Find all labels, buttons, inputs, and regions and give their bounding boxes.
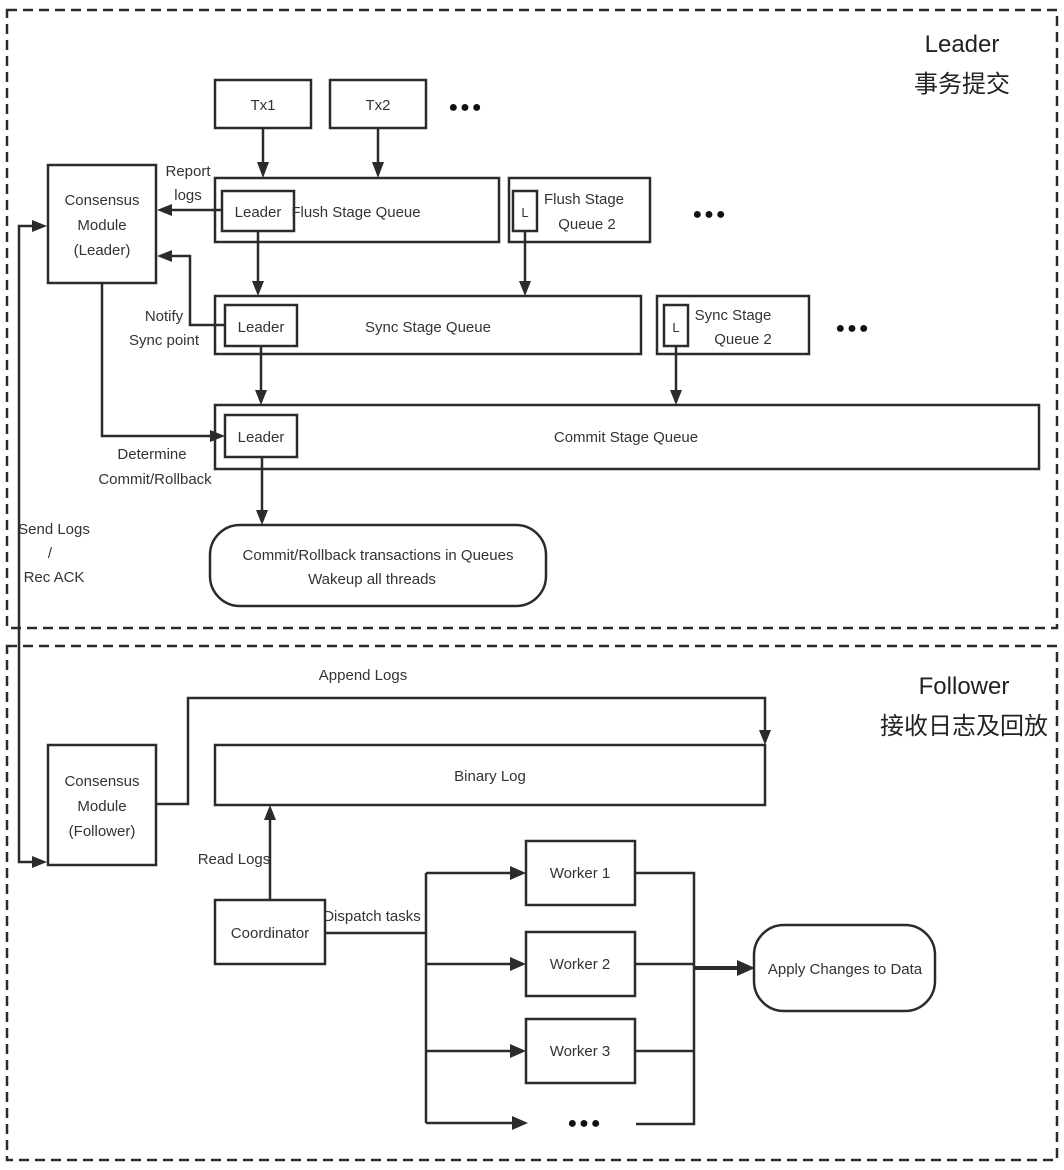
report-logs-line1: Report	[165, 163, 211, 180]
coordinator-label: Coordinator	[231, 925, 309, 942]
consensus-leader-line2: Module	[77, 217, 126, 234]
sync-queue-label: Sync Stage Queue	[365, 319, 491, 336]
result-line2: Wakeup all threads	[308, 571, 436, 588]
binary-log-label: Binary Log	[454, 768, 526, 785]
worker-1-label: Worker 1	[550, 865, 611, 882]
determine-line1: Determine	[117, 446, 186, 463]
sync2-label-line2: Queue 2	[714, 331, 772, 348]
commit-queue-label: Commit Stage Queue	[554, 429, 698, 446]
flush2-label-line1: Flush Stage	[544, 191, 624, 208]
append-logs-label: Append Logs	[319, 667, 407, 684]
leader-region-title: Leader	[925, 31, 1000, 58]
worker-ellipsis: ●●●	[568, 1115, 603, 1132]
flush2-label-line2: Queue 2	[558, 216, 616, 233]
architecture-diagram: Leader 事务提交 Follower 接收日志及回放 Tx1 Tx2 ●●●…	[5, 8, 1059, 1162]
consensus-follower-line3: (Follower)	[69, 823, 136, 840]
follower-region-subtitle: 接收日志及回放	[880, 713, 1048, 740]
worker-2-label: Worker 2	[550, 956, 611, 973]
sync-leader-label: Leader	[238, 319, 285, 336]
sync-ellipsis: ●●●	[836, 320, 871, 337]
sync2-leader-label: L	[672, 320, 679, 335]
flush-ellipsis: ●●●	[693, 206, 728, 223]
apply-changes-label: Apply Changes to Data	[768, 961, 923, 978]
sync2-label-line1: Sync Stage	[695, 307, 772, 324]
tx-ellipsis: ●●●	[449, 99, 484, 116]
follower-region-title: Follower	[919, 673, 1010, 700]
dispatch-tasks-label: Dispatch tasks	[323, 908, 421, 925]
tx1-label: Tx1	[250, 97, 275, 114]
consensus-follower-line1: Consensus	[64, 773, 139, 790]
send-logs-line1: Send Logs	[18, 521, 90, 538]
tx2-label: Tx2	[365, 97, 390, 114]
consensus-follower-line2: Module	[77, 798, 126, 815]
send-logs-line3: Rec ACK	[24, 569, 85, 586]
flush2-leader-label: L	[521, 205, 528, 220]
result-line1: Commit/Rollback transactions in Queues	[243, 547, 514, 564]
notify-line1: Notify	[145, 308, 184, 325]
notify-line2: Sync point	[129, 332, 200, 349]
commit-result-terminator	[208, 523, 548, 608]
send-logs-line2: /	[48, 545, 53, 562]
commit-leader-label: Leader	[238, 429, 285, 446]
determine-line2: Commit/Rollback	[98, 471, 212, 488]
report-logs-line2: logs	[174, 187, 202, 204]
consensus-leader-line3: (Leader)	[74, 242, 131, 259]
worker-3-label: Worker 3	[550, 1043, 611, 1060]
flush-leader-label: Leader	[235, 204, 282, 221]
read-logs-label: Read Logs	[198, 851, 271, 868]
flush-queue-label: Flush Stage Queue	[291, 204, 420, 221]
consensus-leader-line1: Consensus	[64, 192, 139, 209]
leader-region-subtitle: 事务提交	[914, 71, 1010, 98]
